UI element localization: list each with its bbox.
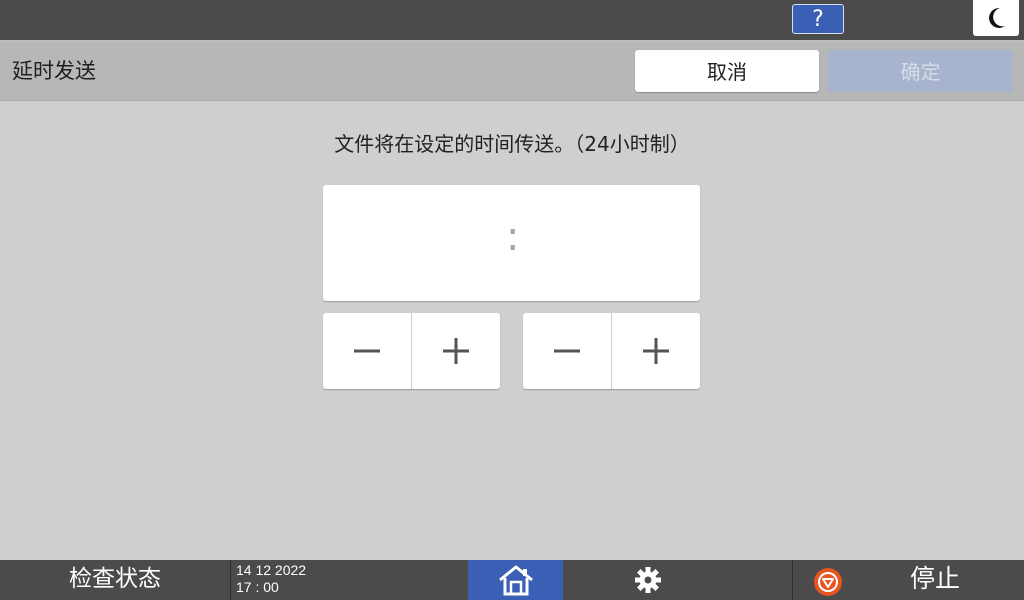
settings-button[interactable] [634, 566, 662, 594]
check-status-button[interactable]: 检查状态 [0, 560, 231, 600]
time-text: 17 : 00 [236, 579, 279, 595]
gear-icon [635, 567, 661, 593]
date-text: 14 12 2022 [236, 562, 307, 578]
stop-button[interactable]: 停止 [880, 560, 990, 600]
hour-decrease-button[interactable] [323, 313, 412, 389]
plus-icon [643, 338, 669, 364]
instruction-text: 文件将在设定的时间传送。（24小时制） [334, 132, 690, 156]
help-button[interactable]: ? [792, 4, 844, 34]
home-icon [499, 565, 533, 596]
stop-icon[interactable] [813, 567, 843, 597]
ok-button[interactable]: 确定 [828, 50, 1013, 92]
plus-icon [443, 338, 469, 364]
bottom-bar: 检查状态 14 12 2022 17 : 00 停止 [0, 560, 1024, 600]
time-separator: : [506, 214, 520, 260]
home-button[interactable] [468, 560, 563, 600]
moon-icon [989, 7, 1005, 28]
hour-stepper [323, 313, 500, 389]
hour-increase-button[interactable] [412, 313, 500, 389]
page-title: 延时发送 [12, 59, 96, 83]
cancel-button[interactable]: 取消 [635, 50, 819, 92]
date-time: 14 12 2022 17 : 00 [236, 562, 306, 596]
question-icon: ? [812, 7, 824, 32]
header-bar: 延时发送 取消 确定 [0, 42, 1024, 101]
minus-icon [554, 349, 580, 353]
energy-saver-button[interactable] [973, 0, 1019, 36]
bottom-divider [792, 560, 793, 600]
time-display: : [323, 185, 700, 301]
minute-increase-button[interactable] [612, 313, 700, 389]
top-bar: ? [0, 0, 1024, 42]
minus-icon [354, 349, 380, 353]
minute-stepper [523, 313, 700, 389]
minute-decrease-button[interactable] [523, 313, 612, 389]
